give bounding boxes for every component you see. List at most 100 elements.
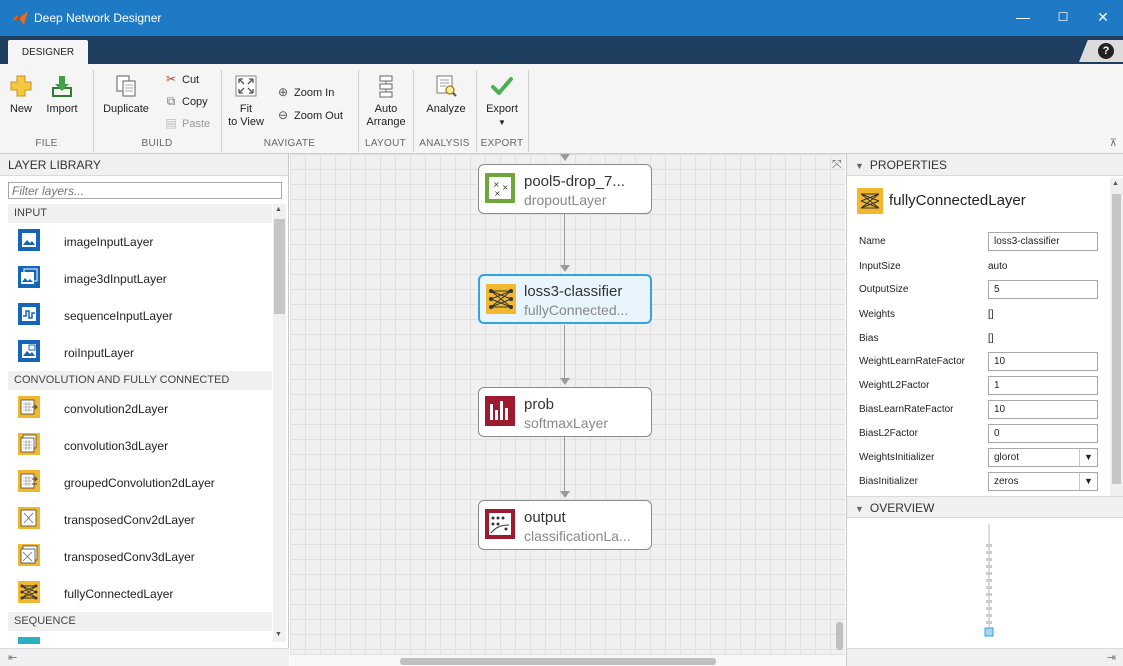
weight-l2-field[interactable]: 1 — [988, 376, 1098, 395]
library-item-groupedconvolution2dlayer[interactable]: groupedConvolution2dLayer — [8, 464, 272, 501]
chevron-down-icon[interactable]: ▼ — [1079, 473, 1097, 490]
library-scroll-thumb[interactable] — [274, 219, 285, 314]
scroll-up-icon[interactable]: ▲ — [275, 206, 282, 213]
export-button[interactable]: Export ▼ — [480, 74, 524, 129]
connection-line — [564, 325, 565, 379]
zoom-out-icon: ⊖ — [277, 108, 289, 122]
layer-node-prob[interactable]: prob softmaxLayer — [478, 387, 652, 437]
library-item-roiinputlayer[interactable]: roiInputLayer — [8, 334, 272, 371]
chevron-down-icon[interactable]: ▼ — [1079, 449, 1097, 466]
bias-learn-rate-field[interactable]: 10 — [988, 400, 1098, 419]
properties-header[interactable]: ▼ PROPERTIES — [847, 154, 1123, 176]
connection-arrow — [560, 378, 570, 385]
zoom-out-button[interactable]: ⊖ Zoom Out — [276, 106, 343, 124]
properties-scrollbar[interactable]: ▲ — [1110, 178, 1123, 496]
library-item-convolution2dlayer[interactable]: convolution2dLayer — [8, 390, 272, 427]
new-button[interactable]: New — [6, 74, 36, 116]
import-icon — [52, 76, 72, 97]
fully-connected-icon — [18, 581, 40, 603]
fit-to-view-button[interactable]: Fit to View — [226, 74, 266, 129]
library-item-partial[interactable] — [8, 631, 272, 644]
property-row-weightl2factor: WeightL2Factor 1 — [859, 376, 1099, 396]
section-export-label: EXPORT — [480, 138, 524, 149]
classification-icon — [485, 509, 515, 539]
scissors-icon: ✂ — [165, 72, 177, 86]
zoom-in-button[interactable]: ⊕ Zoom In — [276, 83, 334, 101]
section-layout-label: LAYOUT — [364, 138, 407, 149]
fully-connected-icon — [857, 188, 883, 214]
bias-l2-field[interactable]: 0 — [988, 424, 1098, 443]
category-sequence[interactable]: SEQUENCE — [8, 612, 272, 631]
library-item-transposedconv3dlayer[interactable]: transposedConv3dLayer — [8, 538, 272, 575]
layer-node-loss3-classifier[interactable]: loss3-classifier fullyConnected... — [478, 274, 652, 324]
maximize-button[interactable]: ☐ — [1043, 0, 1083, 36]
overview-minimap[interactable] — [984, 524, 994, 638]
scroll-up-icon[interactable]: ▲ — [1112, 180, 1119, 187]
scroll-right-end-icon[interactable]: ⇥ — [1107, 651, 1116, 664]
matlab-logo-icon — [12, 11, 28, 25]
library-item-convolution3dlayer[interactable]: convolution3dLayer — [8, 427, 272, 464]
tab-strip: DESIGNER ? — [0, 36, 1123, 64]
title-bar: Deep Network Designer — ☐ ✕ — [0, 0, 1123, 36]
paste-button[interactable]: ▤ Paste — [164, 114, 210, 132]
library-item-image3dinputlayer[interactable]: image3dInputLayer — [8, 260, 272, 297]
paste-icon: ▤ — [165, 116, 177, 130]
overview-hscrollbar[interactable]: ⇥ — [847, 648, 1123, 666]
property-row-inputsize: InputSize auto — [859, 261, 1008, 272]
network-canvas[interactable]: × × × pool5-drop_7... dropoutLayer loss3… — [290, 154, 845, 666]
help-icon[interactable]: ? — [1098, 43, 1114, 59]
analyze-button[interactable]: Analyze — [420, 74, 472, 116]
connection-arrow — [560, 265, 570, 272]
weight-learn-rate-field[interactable]: 10 — [988, 352, 1098, 371]
canvas-hscroll-thumb[interactable] — [400, 658, 716, 665]
collapse-toolstrip-icon[interactable]: ⊼ — [1110, 138, 1117, 149]
library-scrollbar[interactable]: ▲ ▼ — [273, 204, 286, 642]
minimize-button[interactable]: — — [1003, 0, 1043, 36]
duplicate-button[interactable]: Duplicate — [98, 74, 154, 116]
bias-initializer-select[interactable]: zeros ▼ — [988, 472, 1098, 491]
scroll-left-end-icon[interactable]: ⇤ — [8, 651, 17, 664]
close-button[interactable]: ✕ — [1083, 0, 1123, 36]
layer-node-output[interactable]: output classificationLa... — [478, 500, 652, 550]
library-item-imageinputlayer[interactable]: imageInputLayer — [8, 223, 272, 260]
output-size-field[interactable]: 5 — [988, 280, 1098, 299]
section-analysis-label: ANALYSIS — [419, 138, 470, 149]
scroll-down-icon[interactable]: ▼ — [275, 631, 282, 638]
section-file-label: FILE — [35, 138, 58, 149]
auto-arrange-button[interactable]: Auto Arrange — [364, 74, 408, 129]
overview-header[interactable]: ▼ OVERVIEW — [847, 496, 1123, 518]
canvas-vscroll-thumb[interactable] — [836, 622, 843, 650]
category-input[interactable]: INPUT — [8, 204, 272, 223]
library-item-transposedconv2dlayer[interactable]: transposedConv2dLayer — [8, 501, 272, 538]
tab-designer[interactable]: DESIGNER — [8, 40, 88, 64]
layer-list: INPUT imageInputLayer image3dInputLayer — [8, 204, 272, 644]
library-item-fullyconnectedlayer[interactable]: fullyConnectedLayer — [8, 575, 272, 612]
layer-node-pool5-drop[interactable]: × × × pool5-drop_7... dropoutLayer — [478, 164, 652, 214]
category-convolution[interactable]: CONVOLUTION AND FULLY CONNECTED — [8, 371, 272, 390]
library-hscrollbar[interactable]: ⇤ — [0, 648, 289, 666]
property-row-biasl2factor: BiasL2Factor 0 — [859, 424, 1099, 444]
name-field[interactable]: loss3-classifier — [988, 232, 1098, 251]
canvas-vscrollbar[interactable] — [834, 154, 845, 654]
sequence-layer-icon — [18, 637, 40, 644]
window-title: Deep Network Designer — [34, 11, 162, 25]
weights-initializer-select[interactable]: glorot ▼ — [988, 448, 1098, 467]
copy-button[interactable]: ⧉ Copy — [164, 92, 208, 110]
connection-line — [564, 437, 565, 492]
convolution2d-icon — [18, 396, 40, 418]
import-button[interactable]: Import — [40, 74, 84, 116]
copy-icon: ⧉ — [166, 94, 176, 108]
collapse-triangle-icon: ▼ — [855, 161, 864, 171]
canvas-hscrollbar[interactable] — [290, 654, 845, 666]
convolution3d-icon — [18, 433, 40, 455]
cut-button[interactable]: ✂ Cut — [164, 70, 199, 88]
collapse-triangle-icon: ▼ — [855, 504, 864, 514]
library-item-sequenceinputlayer[interactable]: sequenceInputLayer — [8, 297, 272, 334]
property-row-biasinitializer: BiasInitializer zeros ▼ — [859, 472, 1099, 492]
filter-layers-input[interactable] — [8, 182, 282, 199]
roi-input-icon — [18, 340, 40, 362]
properties-panel: ▼ PROPERTIES fullyConnectedLayer Name los… — [846, 154, 1123, 496]
auto-arrange-icon — [379, 75, 393, 98]
properties-scroll-thumb[interactable] — [1112, 194, 1121, 484]
property-row-bias: Bias [] — [859, 333, 994, 344]
